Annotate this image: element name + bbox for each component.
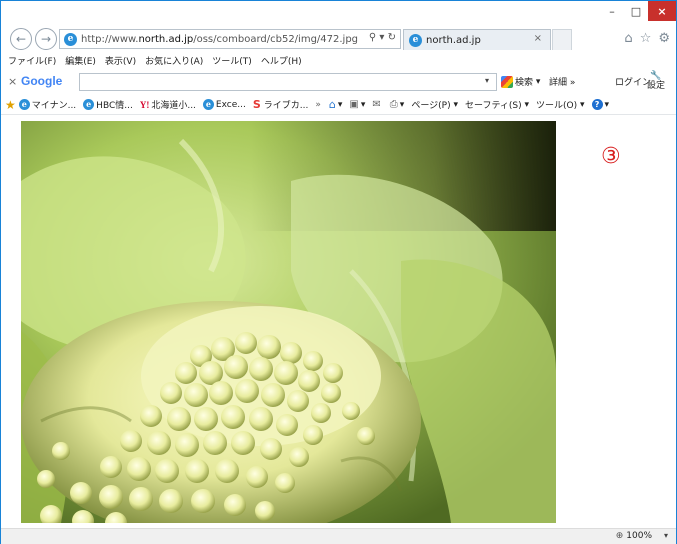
favorites-star-icon[interactable]: ☆ xyxy=(640,31,652,46)
help-icon: ? xyxy=(591,99,603,110)
window-controls: – □ × xyxy=(600,1,676,21)
favorites-bar: ★ e マイナン... e HBC情... Y! 北海道小... e Exce.… xyxy=(1,95,676,115)
tab-title: north.ad.jp xyxy=(426,34,481,46)
arrow-left-icon: ← xyxy=(15,32,27,46)
menu-file[interactable]: ファイル(F) xyxy=(8,54,56,67)
ie-page-icon: e xyxy=(18,99,30,110)
wrench-icon: 🔧 xyxy=(650,71,662,81)
google-search-dropdown-icon[interactable]: ▾ xyxy=(485,76,489,85)
favorite-item[interactable]: Y! 北海道小... xyxy=(139,98,196,112)
zoom-icon: ⊕ xyxy=(615,531,624,541)
safety-menu-label: セーフティ(S) xyxy=(465,101,522,111)
favorite-label: 北海道小... xyxy=(151,101,196,111)
close-button[interactable]: × xyxy=(648,1,676,21)
print-command[interactable]: ⎙ ▾ xyxy=(390,99,405,110)
menu-bar: ファイル(F) 編集(E) 表示(V) お気に入り(A) ツール(T) ヘルプ(… xyxy=(1,52,676,69)
home-icon: ⌂ xyxy=(328,98,336,111)
google-logo: Google xyxy=(21,74,63,88)
tools-menu-label: ツール(O) xyxy=(536,101,578,111)
favorite-label: HBC情... xyxy=(96,101,133,111)
browser-icons: ⌂ ☆ ⚙ xyxy=(624,31,670,46)
google-toolbar-close-icon[interactable]: × xyxy=(8,75,17,88)
back-button[interactable]: ← xyxy=(10,28,32,50)
flower-photo xyxy=(21,121,556,523)
google-settings-button[interactable]: 🔧 設定 xyxy=(647,71,665,91)
google-login-button[interactable]: ログイン xyxy=(615,75,651,88)
page-menu-label: ページ(P) xyxy=(411,101,451,111)
favorite-item[interactable]: e HBC情... xyxy=(83,98,133,111)
ie-page-icon: e xyxy=(64,32,77,46)
tab-close-icon[interactable]: × xyxy=(534,33,542,44)
new-tab-button[interactable] xyxy=(552,29,572,50)
arrow-right-icon: → xyxy=(40,32,52,46)
address-bar[interactable]: e http://www. north.ad.jp/oss/comboard/cb… xyxy=(59,29,401,49)
page-content: ③ xyxy=(1,116,676,528)
favorite-label: Exce... xyxy=(215,99,246,110)
title-bar: – □ × ← → e http://www. north.ad.jp/oss/c… xyxy=(1,1,676,50)
favorite-label: マイナン... xyxy=(31,101,77,111)
google-search-input[interactable] xyxy=(79,73,497,91)
minimize-button[interactable]: – xyxy=(600,1,624,21)
mail-icon: ✉ xyxy=(372,99,381,110)
forward-button[interactable]: → xyxy=(35,28,57,50)
home-icon[interactable]: ⌂ xyxy=(624,31,632,46)
status-bar: ⊕ 100% ▾ xyxy=(1,528,676,544)
menu-favorites[interactable]: お気に入り(A) xyxy=(145,54,203,67)
favorite-item[interactable]: e マイナン... xyxy=(18,98,77,111)
page-menu[interactable]: ページ(P) ▾ xyxy=(411,98,458,112)
favorite-label: ライブカ... xyxy=(263,101,309,111)
tab-ie-icon: e xyxy=(409,33,422,47)
browser-window: – □ × ← → e http://www. north.ad.jp/oss/c… xyxy=(0,0,677,544)
google-more-button[interactable]: 詳細 » xyxy=(549,75,575,88)
favorite-item[interactable]: e Exce... xyxy=(202,99,246,110)
favorites-add-star-icon[interactable]: ★ xyxy=(5,98,16,112)
address-tools: ⚲ ▾ ↻ xyxy=(369,32,396,43)
tools-menu[interactable]: ツール(O) ▾ xyxy=(536,98,585,112)
chevron-down-icon: ▾ xyxy=(533,76,541,87)
google-search-label: 検索 xyxy=(515,78,534,88)
google-settings-label: 設定 xyxy=(647,81,666,91)
menu-view[interactable]: 表示(V) xyxy=(105,54,136,67)
url-prefix: http://www. xyxy=(81,33,139,45)
zoom-level: 100% xyxy=(626,531,652,541)
flower-photo-image xyxy=(21,121,556,523)
menu-edit[interactable]: 編集(E) xyxy=(65,54,96,67)
live-camera-icon: S xyxy=(252,98,261,111)
circled-number-marker: ③ xyxy=(601,144,621,169)
zoom-control[interactable]: ⊕ 100% xyxy=(616,531,652,541)
url-host: north.ad.jp xyxy=(138,33,194,45)
search-icon[interactable]: ⚲ xyxy=(369,32,376,43)
help-menu[interactable]: ? ▾ xyxy=(591,99,609,110)
refresh-icon[interactable]: ↻ xyxy=(388,32,396,43)
settings-gear-icon[interactable]: ⚙ xyxy=(658,31,670,46)
feed-icon: ▣ xyxy=(349,99,359,110)
favorites-overflow-icon[interactable]: » xyxy=(315,100,321,110)
favorite-item[interactable]: S ライブカ... xyxy=(253,98,309,111)
google-toolbar: × Google ▾ 検索 ▾ 詳細 » ログイン 🔧 設定 xyxy=(1,71,676,93)
print-icon: ⎙ xyxy=(389,99,398,110)
google-search-icon xyxy=(501,75,513,88)
url-path: /oss/comboard/cb52/img/472.jpg xyxy=(193,33,359,45)
yahoo-icon: Y! xyxy=(139,99,150,110)
ie-page-icon: e xyxy=(202,99,214,110)
mail-command[interactable]: ✉ xyxy=(372,99,382,110)
google-search-button[interactable]: 検索 ▾ xyxy=(501,75,540,88)
dropdown-icon[interactable]: ▾ xyxy=(379,32,384,43)
menu-tools[interactable]: ツール(T) xyxy=(212,54,252,67)
feeds-command[interactable]: ▣ ▾ xyxy=(349,99,365,110)
tab-active[interactable]: e north.ad.jp × xyxy=(403,29,551,50)
home-command[interactable]: ⌂ ▾ xyxy=(329,98,343,111)
safety-menu[interactable]: セーフティ(S) ▾ xyxy=(465,98,529,112)
maximize-button[interactable]: □ xyxy=(624,1,648,21)
menu-help[interactable]: ヘルプ(H) xyxy=(261,54,302,67)
zoom-dropdown-icon[interactable]: ▾ xyxy=(664,531,668,540)
ie-page-icon: e xyxy=(83,99,95,110)
